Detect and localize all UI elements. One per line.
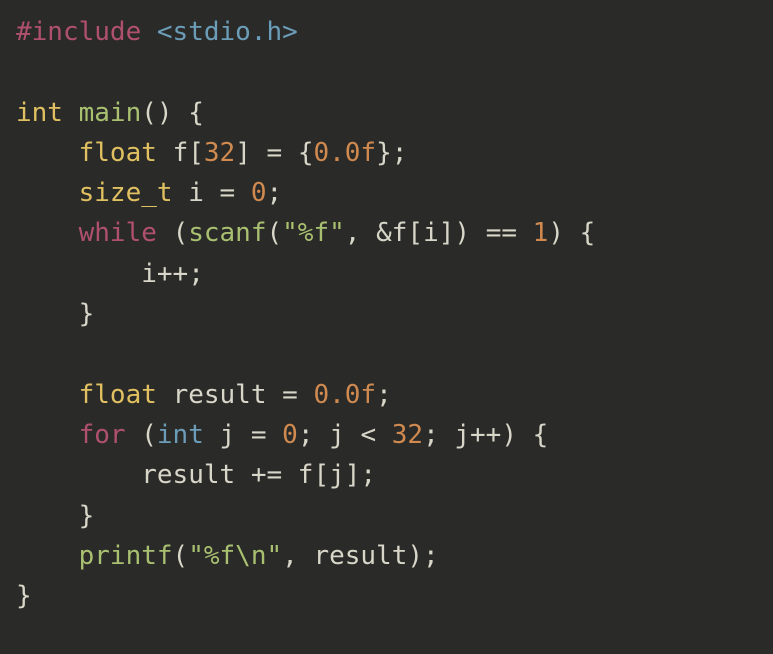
line-5: size_t i = 0; xyxy=(16,178,282,208)
ident-jpp: j++ xyxy=(454,420,501,450)
num-0: 0 xyxy=(251,178,267,208)
fn-scanf: scanf xyxy=(188,218,266,248)
line-13: } xyxy=(16,501,94,531)
num-32: 32 xyxy=(204,138,235,168)
brace-open: { xyxy=(188,98,204,128)
ident-i: i xyxy=(423,218,439,248)
fn-main: main xyxy=(79,98,142,128)
kw-while: while xyxy=(79,218,157,248)
brace-open: { xyxy=(533,420,549,450)
blank-line xyxy=(16,339,32,369)
num-32: 32 xyxy=(392,420,423,450)
num-0f: 0.0f xyxy=(313,380,376,410)
paren-open: ( xyxy=(173,218,189,248)
ident-j: j xyxy=(329,460,345,490)
line-7: i++; xyxy=(16,259,204,289)
line-10: float result = 0.0f; xyxy=(16,380,392,410)
brace-open: { xyxy=(298,138,314,168)
code-block: #include <stdio.h> int main() { float f[… xyxy=(16,12,757,616)
op-lt: < xyxy=(360,420,376,450)
semi: ; xyxy=(392,138,408,168)
line-15: } xyxy=(16,581,32,611)
paren-close: ) xyxy=(407,541,423,571)
ident-i: i xyxy=(188,178,204,208)
op-eqeq: == xyxy=(486,218,517,248)
paren-close: ) xyxy=(157,98,173,128)
kw-float: float xyxy=(79,138,157,168)
bracket-close: ] xyxy=(345,460,361,490)
bracket-close: ] xyxy=(235,138,251,168)
line-1: #include <stdio.h> xyxy=(16,17,298,47)
kw-float: float xyxy=(79,380,157,410)
fn-printf: printf xyxy=(79,541,173,571)
paren-close: ) xyxy=(548,218,564,248)
blank-line xyxy=(16,57,32,87)
kw-for: for xyxy=(79,420,126,450)
semi: ; xyxy=(423,420,439,450)
op-eq: = xyxy=(267,138,283,168)
line-3: int main() { xyxy=(16,98,204,128)
ident-result: result xyxy=(313,541,407,571)
kw-sizet: size_t xyxy=(79,178,173,208)
semi: ; xyxy=(266,178,282,208)
brace-close: } xyxy=(79,501,95,531)
line-12: result += f[j]; xyxy=(16,460,376,490)
ident-result: result xyxy=(173,380,267,410)
kw-int: int xyxy=(16,98,63,128)
bracket-open: [ xyxy=(313,460,329,490)
comma: , xyxy=(345,218,361,248)
line-4: float f[32] = {0.0f}; xyxy=(16,138,407,168)
str-fmt: "%f" xyxy=(282,218,345,248)
comma: , xyxy=(282,541,298,571)
line-14: printf("%f\n", result); xyxy=(16,541,439,571)
ident-j: j xyxy=(329,420,345,450)
semi: ; xyxy=(298,420,314,450)
ident-f: f xyxy=(298,460,314,490)
op-eq: = xyxy=(282,380,298,410)
paren-open: ( xyxy=(267,218,283,248)
line-6: while (scanf("%f", &f[i]) == 1) { xyxy=(16,218,595,248)
brace-open: { xyxy=(580,218,596,248)
brace-close: } xyxy=(376,138,392,168)
stmt-ipp: i++; xyxy=(141,259,204,289)
semi: ; xyxy=(360,460,376,490)
brace-close: } xyxy=(16,581,32,611)
ident-result: result xyxy=(141,460,235,490)
bracket-open: [ xyxy=(188,138,204,168)
bracket-open: [ xyxy=(407,218,423,248)
semi: ; xyxy=(423,541,439,571)
paren-close: ) xyxy=(454,218,470,248)
num-0f: 0.0f xyxy=(313,138,376,168)
op-eq: = xyxy=(220,178,236,208)
op-eq: = xyxy=(251,420,267,450)
paren-open: ( xyxy=(141,420,157,450)
brace-close: } xyxy=(79,299,95,329)
ident-f: f xyxy=(173,138,189,168)
ident-j: j xyxy=(220,420,236,450)
paren-open: ( xyxy=(141,98,157,128)
op-pluseq: += xyxy=(251,460,282,490)
num-0: 0 xyxy=(282,420,298,450)
line-11: for (int j = 0; j < 32; j++) { xyxy=(16,420,548,450)
semi: ; xyxy=(376,380,392,410)
paren-open: ( xyxy=(173,541,189,571)
include-header: <stdio.h> xyxy=(157,17,298,47)
preproc-include: #include xyxy=(16,17,141,47)
kw-int: int xyxy=(157,420,204,450)
op-amp: & xyxy=(376,218,392,248)
ident-f: f xyxy=(392,218,408,248)
num-1: 1 xyxy=(533,218,549,248)
line-8: } xyxy=(16,299,94,329)
bracket-close: ] xyxy=(439,218,455,248)
paren-close: ) xyxy=(501,420,517,450)
str-fmt: "%f\n" xyxy=(188,541,282,571)
